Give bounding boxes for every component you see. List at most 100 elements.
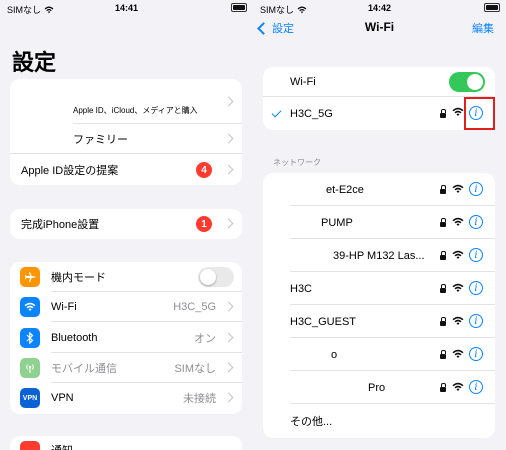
apple-id-row[interactable]: Apple ID、iCloud、メディアと購入 bbox=[10, 79, 242, 124]
network-row[interactable]: et-E2ce i bbox=[263, 173, 495, 206]
chevron-right-icon bbox=[223, 133, 234, 144]
wifi-screen: SIMなし 14:42 設定 Wi-Fi 編集 Wi-Fi H3C_5G i ネ… bbox=[253, 0, 506, 450]
lock-icon bbox=[440, 284, 446, 293]
cellular-row[interactable]: モバイル通信 SIMなし bbox=[10, 353, 242, 383]
cellular-value: SIMなし bbox=[174, 363, 216, 375]
network-name: o bbox=[331, 348, 338, 361]
wifi-toggle[interactable] bbox=[449, 72, 485, 92]
apple-id-card: Apple ID、iCloud、メディアと購入 ファミリー Apple ID設定… bbox=[10, 79, 242, 185]
network-name: Pro bbox=[368, 381, 386, 394]
info-icon[interactable]: i bbox=[469, 314, 483, 328]
chevron-right-icon bbox=[223, 164, 234, 175]
airplane-mode-row: 機内モード bbox=[10, 262, 242, 292]
status-bar: SIMなし 14:41 bbox=[0, 0, 253, 16]
battery-icon bbox=[231, 3, 247, 12]
apple-id-subtitle: Apple ID、iCloud、メディアと購入 bbox=[73, 106, 198, 115]
wifi-signal-icon bbox=[452, 316, 464, 325]
vpn-label: VPN bbox=[51, 392, 74, 404]
notifications-label: 通知 bbox=[51, 442, 73, 450]
network-name: H3C_GUEST bbox=[290, 315, 357, 328]
network-name: H3C bbox=[290, 282, 313, 295]
nav-title: Wi-Fi bbox=[364, 20, 395, 34]
highlight-box bbox=[464, 97, 495, 130]
wifi-toggle-card: Wi-Fi H3C_5G i bbox=[263, 67, 495, 130]
complete-setup-label: 完成iPhone設置 bbox=[21, 219, 100, 231]
bluetooth-row[interactable]: Bluetooth オン bbox=[10, 323, 242, 353]
status-time: 14:42 bbox=[367, 3, 392, 13]
chevron-right-icon bbox=[223, 96, 234, 106]
notification-icon bbox=[20, 441, 40, 450]
vpn-row[interactable]: VPN VPN 未接続 bbox=[10, 383, 242, 413]
network-row[interactable]: H3C i bbox=[263, 272, 495, 305]
lock-icon bbox=[440, 185, 446, 194]
other-network-label: その他... bbox=[290, 416, 333, 428]
complete-setup-badge: 1 bbox=[196, 216, 212, 232]
wifi-label: Wi-Fi bbox=[51, 301, 77, 313]
network-row[interactable]: H3C_GUEST i bbox=[263, 305, 495, 338]
wifi-value: H3C_5G bbox=[173, 301, 216, 313]
network-row[interactable]: Pro i bbox=[263, 371, 495, 404]
wifi-signal-icon bbox=[452, 382, 464, 391]
network-row[interactable]: PUMP i bbox=[263, 206, 495, 239]
info-icon[interactable]: i bbox=[469, 347, 483, 361]
chevron-right-icon bbox=[223, 332, 234, 343]
cellular-label: モバイル通信 bbox=[51, 363, 117, 375]
lock-icon bbox=[440, 317, 446, 326]
apple-id-suggestions-row[interactable]: Apple ID設定の提案 4 bbox=[10, 155, 242, 185]
other-network-row[interactable]: その他... bbox=[263, 406, 495, 436]
bluetooth-label: Bluetooth bbox=[51, 332, 98, 344]
networks-card: et-E2ce i PUMP i 39-HP M132 Las... i H3C i H3C_G… bbox=[263, 173, 495, 438]
suggestions-badge: 4 bbox=[196, 162, 212, 178]
network-name: PUMP bbox=[321, 216, 353, 229]
battery-icon bbox=[484, 3, 500, 12]
wifi-signal-icon bbox=[452, 349, 464, 358]
chevron-right-icon bbox=[223, 301, 234, 312]
chevron-right-icon bbox=[223, 392, 234, 403]
lock-icon bbox=[440, 383, 446, 392]
vpn-icon: VPN bbox=[20, 388, 40, 408]
wifi-toggle-label: Wi-Fi bbox=[290, 76, 316, 88]
network-name: 39-HP M132 Las... bbox=[333, 249, 425, 262]
page-title: 設定 bbox=[12, 50, 57, 75]
info-icon[interactable]: i bbox=[469, 215, 483, 229]
notifications-row[interactable]: 通知 bbox=[10, 436, 242, 450]
connectivity-card: 機内モード Wi-Fi H3C_5G Bluetooth オン モバイル通信 S… bbox=[10, 262, 242, 414]
settings-screen: SIMなし 14:41 設定 Apple ID、iCloud、メディアと購入 フ… bbox=[0, 0, 253, 450]
info-icon[interactable]: i bbox=[469, 281, 483, 295]
network-row[interactable]: oi bbox=[263, 338, 495, 371]
network-name: et-E2ce bbox=[326, 183, 364, 196]
lock-icon bbox=[440, 218, 446, 227]
lock-icon bbox=[440, 109, 446, 118]
info-icon[interactable]: i bbox=[469, 182, 483, 196]
notifications-card: 通知 bbox=[10, 436, 242, 450]
info-icon[interactable]: i bbox=[469, 248, 483, 262]
wifi-settings-row[interactable]: Wi-Fi H3C_5G bbox=[10, 292, 242, 322]
wifi-icon bbox=[20, 297, 40, 317]
section-header: ネットワーク bbox=[273, 158, 321, 167]
bluetooth-icon bbox=[20, 328, 40, 348]
info-icon[interactable]: i bbox=[469, 380, 483, 394]
network-row[interactable]: 39-HP M132 Las... i bbox=[263, 239, 495, 272]
checkmark-icon bbox=[271, 107, 282, 118]
suggestions-label: Apple ID設定の提案 bbox=[21, 165, 119, 177]
complete-setup-row[interactable]: 完成iPhone設置 1 bbox=[10, 209, 242, 239]
wifi-signal-icon bbox=[452, 184, 464, 193]
edit-button[interactable]: 編集 bbox=[472, 20, 494, 36]
airplane-icon bbox=[20, 267, 40, 287]
wifi-signal-icon bbox=[452, 107, 464, 116]
lock-icon bbox=[440, 350, 446, 359]
connected-network-name: H3C_5G bbox=[290, 107, 333, 120]
bluetooth-value: オン bbox=[194, 333, 216, 345]
wifi-signal-icon bbox=[452, 217, 464, 226]
status-bar: SIMなし 14:42 bbox=[253, 0, 506, 16]
vpn-value: 未接続 bbox=[183, 393, 216, 405]
chevron-right-icon bbox=[223, 218, 234, 229]
connected-network-row[interactable]: H3C_5G i bbox=[263, 97, 495, 130]
chevron-right-icon bbox=[223, 362, 234, 373]
airplane-mode-label: 機内モード bbox=[51, 272, 106, 284]
family-row[interactable]: ファミリー bbox=[10, 124, 242, 154]
airplane-mode-toggle[interactable] bbox=[198, 267, 234, 287]
wifi-toggle-row: Wi-Fi bbox=[263, 67, 495, 97]
antenna-icon bbox=[20, 358, 40, 378]
complete-setup-card: 完成iPhone設置 1 bbox=[10, 209, 242, 239]
